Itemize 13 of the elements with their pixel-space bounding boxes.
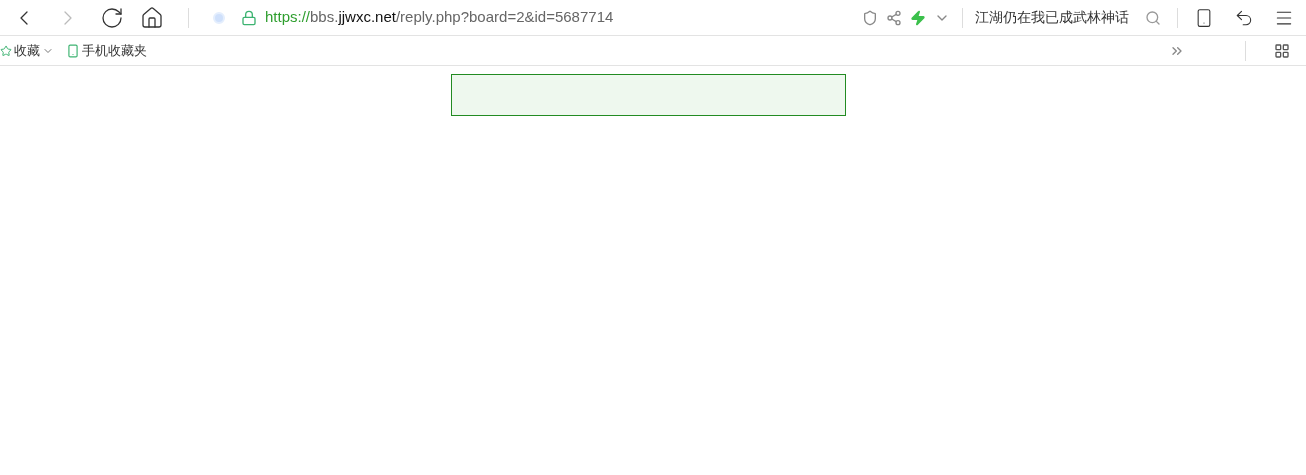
home-icon[interactable] — [140, 5, 164, 30]
shield-icon[interactable] — [862, 9, 878, 26]
star-icon — [0, 44, 12, 57]
search-icon[interactable] — [1145, 9, 1161, 26]
apps-icon[interactable] — [1274, 42, 1290, 59]
lightning-icon[interactable] — [910, 9, 926, 26]
bookmark-item[interactable]: 手机收藏夹 — [66, 40, 147, 61]
address-text[interactable]: https://bbs.jjwxc.net/reply.php?board=2&id=5687714 — [265, 6, 614, 29]
share-icon[interactable] — [886, 9, 902, 26]
reload-icon[interactable] — [100, 5, 124, 30]
phone-icon — [66, 43, 80, 58]
bookmark-item[interactable]: 收藏 — [0, 40, 54, 61]
search-field[interactable]: 江湖仍在我已成武林神话 — [975, 7, 1129, 28]
